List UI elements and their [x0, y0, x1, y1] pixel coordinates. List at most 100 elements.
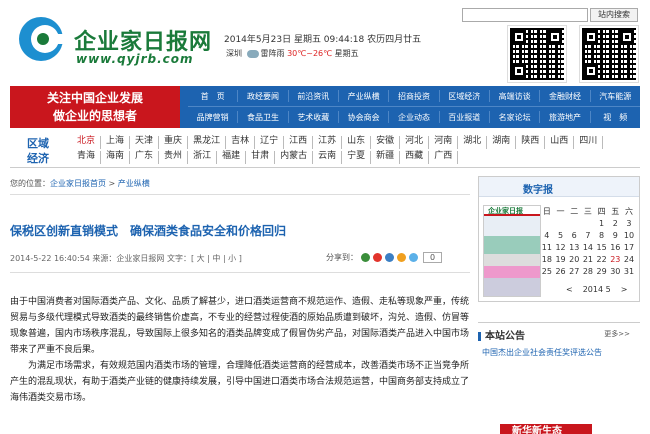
breadcrumb-section-link[interactable]: 产业纵横: [118, 179, 150, 188]
logo-icon[interactable]: [16, 14, 66, 64]
region-link[interactable]: 上海: [101, 136, 131, 149]
newspaper-thumbnail[interactable]: 企业家日报: [483, 205, 541, 297]
calendar-nav: < 2014 5 >: [566, 285, 627, 294]
region-link[interactable]: 黑龙江: [188, 136, 227, 149]
region-link[interactable]: 西藏: [400, 151, 430, 164]
calendar-day[interactable]: 16: [608, 242, 622, 254]
region-link[interactable]: 广东: [130, 151, 160, 164]
region-link[interactable]: 四川: [574, 136, 604, 149]
nav-item[interactable]: 前沿资讯: [289, 86, 338, 106]
calendar-day[interactable]: 26: [554, 266, 568, 278]
region-link[interactable]: 北京: [72, 136, 102, 149]
search-input[interactable]: [462, 8, 588, 22]
region-link[interactable]: 河北: [400, 136, 430, 149]
calendar-prev-button[interactable]: <: [566, 285, 573, 294]
share-qzone-icon[interactable]: [361, 253, 370, 262]
calendar-day[interactable]: 25: [540, 266, 554, 278]
nav-item[interactable]: 高端访谈: [490, 86, 539, 106]
calendar-day[interactable]: 24: [622, 254, 636, 266]
breadcrumb-home-link[interactable]: 企业家日报首页: [50, 179, 106, 188]
calendar-next-button[interactable]: >: [621, 285, 628, 294]
region-link[interactable]: 海南: [101, 151, 131, 164]
nav-item[interactable]: 企业动态: [389, 107, 438, 128]
region-link[interactable]: 浙江: [188, 151, 218, 164]
calendar-day[interactable]: 5: [554, 230, 568, 242]
calendar-day[interactable]: 1: [595, 218, 609, 230]
calendar-day[interactable]: 31: [622, 266, 636, 278]
nav-item[interactable]: 区域经济: [440, 86, 489, 106]
calendar-day[interactable]: 20: [567, 254, 581, 266]
notice-title: 本站公告: [485, 331, 525, 342]
ad-banner[interactable]: 新华新生态: [482, 424, 632, 434]
search-button[interactable]: 站内搜索: [590, 8, 638, 22]
calendar-day[interactable]: 7: [581, 230, 595, 242]
region-link[interactable]: 湖北: [458, 136, 488, 149]
calendar-day[interactable]: 17: [622, 242, 636, 254]
share-weibo-icon[interactable]: [373, 253, 382, 262]
region-link[interactable]: 山东: [342, 136, 372, 149]
calendar-day[interactable]: 30: [608, 266, 622, 278]
nav-item[interactable]: 招商投资: [389, 86, 438, 106]
region-link[interactable]: 辽宁: [255, 136, 285, 149]
calendar-day[interactable]: 6: [567, 230, 581, 242]
region-link[interactable]: 贵州: [159, 151, 189, 164]
region-link[interactable]: 青海: [72, 151, 102, 164]
calendar-day[interactable]: 15: [595, 242, 609, 254]
nav-item[interactable]: 艺术收藏: [289, 107, 338, 128]
region-link[interactable]: 甘肃: [246, 151, 276, 164]
region-link[interactable]: 湖南: [487, 136, 517, 149]
calendar-day[interactable]: 3: [622, 218, 636, 230]
calendar-day[interactable]: 19: [554, 254, 568, 266]
nav-item[interactable]: 产业纵横: [339, 86, 388, 106]
calendar-day[interactable]: 9: [608, 230, 622, 242]
calendar-day[interactable]: 18: [540, 254, 554, 266]
calendar-day[interactable]: 21: [581, 254, 595, 266]
calendar-day[interactable]: 8: [595, 230, 609, 242]
region-link[interactable]: 新疆: [371, 151, 401, 164]
calendar-day[interactable]: 2: [608, 218, 622, 230]
calendar-weekday: 日: [542, 207, 551, 216]
nav-item[interactable]: 百业报道: [440, 107, 489, 128]
nav-item[interactable]: 品牌营销: [188, 107, 237, 128]
calendar-day[interactable]: 4: [540, 230, 554, 242]
region-link[interactable]: 内蒙古: [275, 151, 314, 164]
region-link[interactable]: 广西: [429, 151, 459, 164]
region-link[interactable]: 陕西: [516, 136, 546, 149]
notice-more-link[interactable]: 更多>>: [604, 329, 630, 339]
calendar-day[interactable]: 10: [622, 230, 636, 242]
nav-item[interactable]: 旅游地产: [540, 107, 589, 128]
notice-item-link[interactable]: 中国杰出企业社会责任奖评选公告: [482, 347, 602, 358]
nav-item[interactable]: 政经要闻: [238, 86, 287, 106]
share-renren-icon[interactable]: [397, 253, 406, 262]
region-link[interactable]: 天津: [130, 136, 160, 149]
nav-item[interactable]: 名家论坛: [490, 107, 539, 128]
region-link[interactable]: 吉林: [226, 136, 256, 149]
calendar-day[interactable]: 14: [581, 242, 595, 254]
calendar-day[interactable]: 11: [540, 242, 554, 254]
calendar-year-month[interactable]: 2014 5: [583, 285, 611, 294]
nav-item[interactable]: 首 页: [188, 86, 237, 106]
nav-item[interactable]: 协会商会: [339, 107, 388, 128]
region-link[interactable]: 河南: [429, 136, 459, 149]
region-link[interactable]: 云南: [313, 151, 343, 164]
region-link[interactable]: 宁夏: [342, 151, 372, 164]
share-more-icon[interactable]: [409, 253, 418, 262]
calendar-day[interactable]: 12: [554, 242, 568, 254]
region-link[interactable]: 重庆: [159, 136, 189, 149]
calendar-day[interactable]: 13: [567, 242, 581, 254]
region-link[interactable]: 江苏: [313, 136, 343, 149]
share-tencent-icon[interactable]: [385, 253, 394, 262]
nav-item[interactable]: 食品卫生: [238, 107, 287, 128]
nav-item[interactable]: 汽车能源: [591, 86, 640, 106]
region-link[interactable]: 山西: [545, 136, 575, 149]
region-link[interactable]: 安徽: [371, 136, 401, 149]
calendar-day[interactable]: 28: [581, 266, 595, 278]
calendar-day[interactable]: 22: [595, 254, 609, 266]
region-link[interactable]: 福建: [217, 151, 247, 164]
calendar-day[interactable]: 29: [595, 266, 609, 278]
calendar-day[interactable]: 27: [567, 266, 581, 278]
calendar-day[interactable]: 23: [608, 254, 622, 266]
nav-item[interactable]: 视 频: [591, 107, 640, 128]
nav-item[interactable]: 金融财经: [540, 86, 589, 106]
region-link[interactable]: 江西: [284, 136, 314, 149]
